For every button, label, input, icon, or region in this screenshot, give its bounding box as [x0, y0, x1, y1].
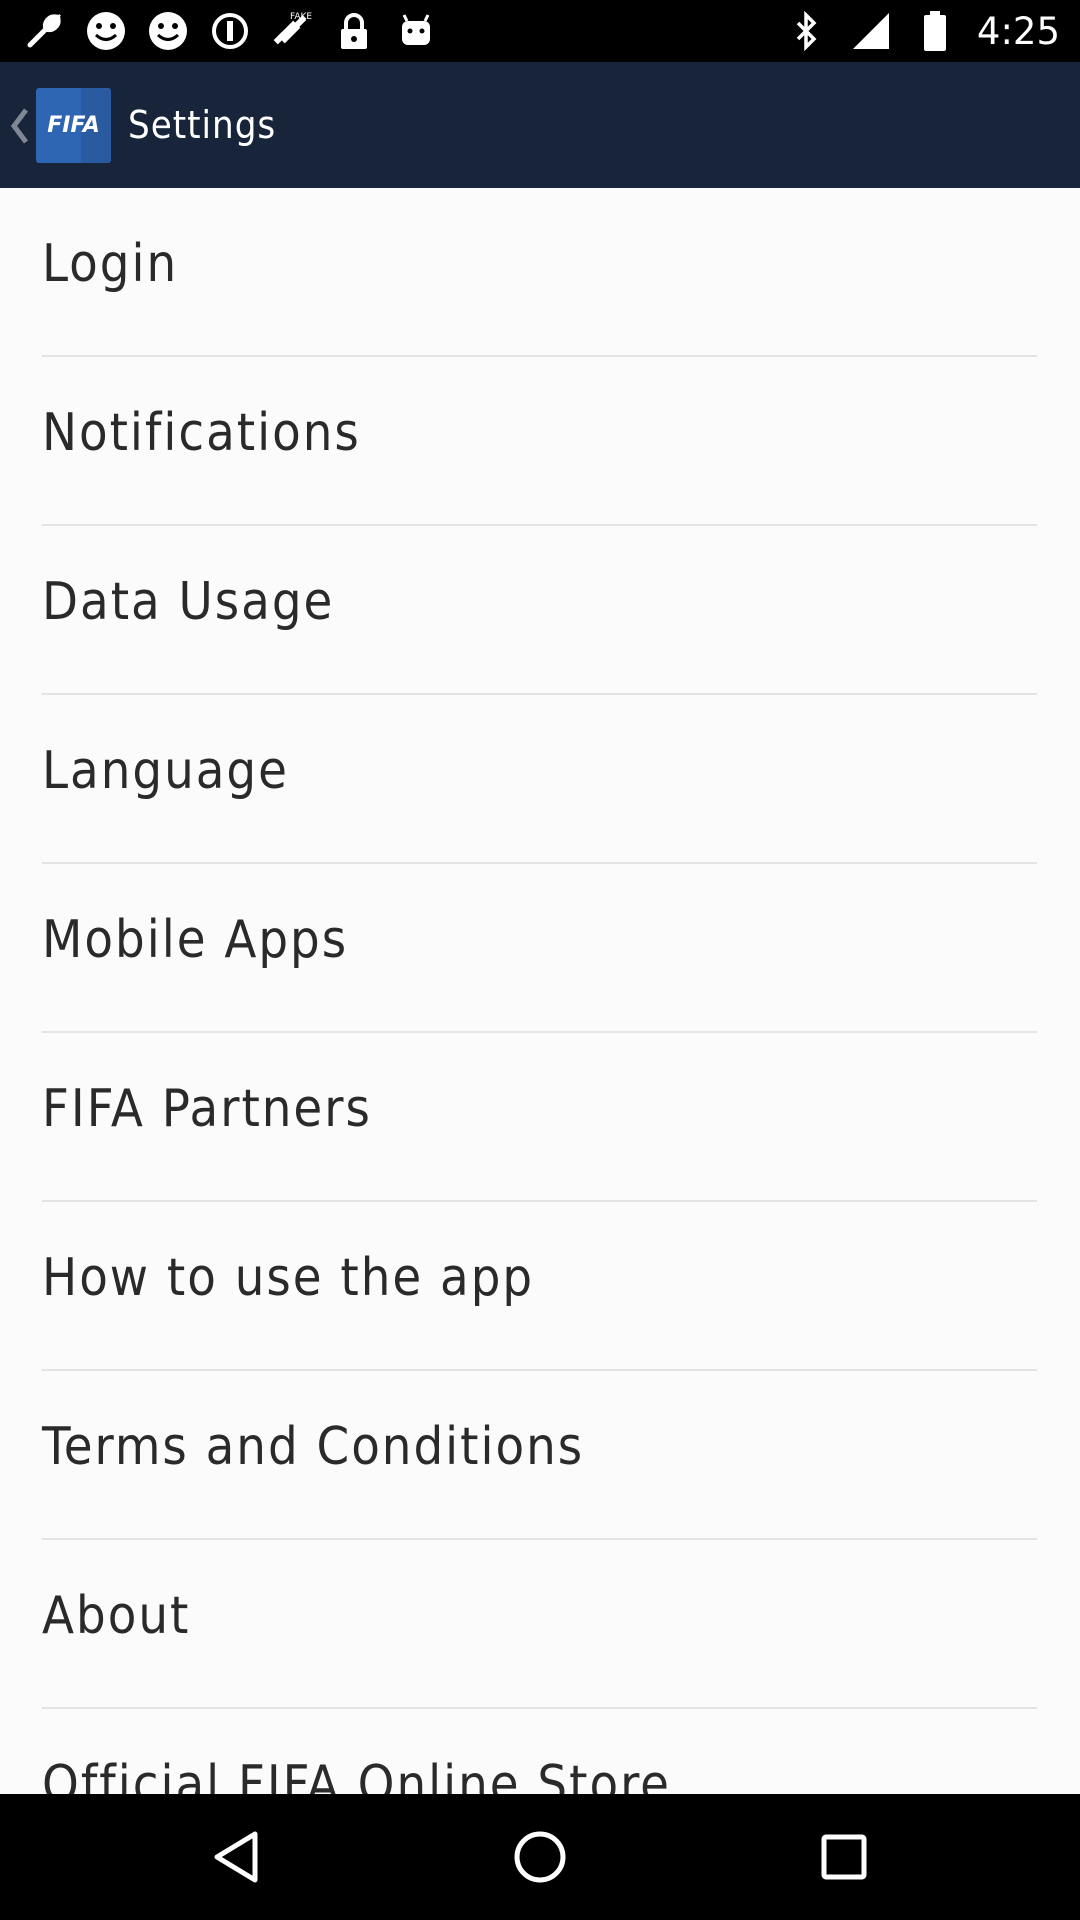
menu-item-label: Notifications — [42, 403, 361, 463]
clock: 4:25 — [976, 9, 1060, 53]
menu-item-how-to-use[interactable]: How to use the app — [0, 1202, 1080, 1371]
menu-item-label: FIFA Partners — [42, 1079, 372, 1139]
smiley-icon — [146, 9, 190, 53]
menu-item-fifa-partners[interactable]: FIFA Partners — [0, 1033, 1080, 1202]
svg-text:FAKE: FAKE — [290, 12, 312, 22]
logo-text: FIFA — [47, 113, 100, 138]
fake-gps-icon: FAKE — [270, 9, 314, 53]
page-title: Settings — [128, 103, 277, 147]
menu-item-online-store[interactable]: Official FIFA Online Store — [0, 1709, 1080, 1794]
signal-icon — [849, 9, 893, 53]
menu-item-label: About — [42, 1586, 191, 1646]
menu-item-label: Terms and Conditions — [42, 1417, 585, 1477]
smiley-icon — [84, 9, 128, 53]
menu-item-terms[interactable]: Terms and Conditions — [0, 1371, 1080, 1540]
battery-icon — [913, 9, 957, 53]
menu-item-login[interactable]: Login — [0, 188, 1080, 357]
menu-item-mobile-apps[interactable]: Mobile Apps — [0, 864, 1080, 1033]
menu-item-label: How to use the app — [42, 1248, 535, 1308]
menu-item-label: Mobile Apps — [42, 910, 349, 970]
menu-item-label: Data Usage — [42, 572, 335, 632]
lock-icon — [332, 9, 376, 53]
menu-item-label: Official FIFA Online Store — [42, 1755, 671, 1794]
menu-item-language[interactable]: Language — [0, 695, 1080, 864]
menu-item-about[interactable]: About — [0, 1540, 1080, 1709]
recents-square-icon[interactable] — [809, 1822, 879, 1892]
back-triangle-icon[interactable] — [201, 1822, 271, 1892]
info-circle-icon — [208, 9, 252, 53]
status-bar: FAKE 4:25 — [0, 0, 1080, 62]
navigation-bar — [0, 1794, 1080, 1920]
fifa-logo: FIFA — [36, 88, 111, 163]
bluetooth-icon — [785, 9, 829, 53]
settings-list: Login Notifications Data Usage Language … — [0, 188, 1080, 1794]
chevron-left-icon — [8, 106, 32, 150]
menu-item-data-usage[interactable]: Data Usage — [0, 526, 1080, 695]
wrench-icon — [22, 9, 66, 53]
menu-item-label: Login — [42, 234, 179, 294]
menu-item-notifications[interactable]: Notifications — [0, 357, 1080, 526]
home-circle-icon[interactable] — [505, 1822, 575, 1892]
back-button[interactable]: FIFA — [0, 62, 112, 188]
android-icon — [394, 9, 438, 53]
menu-item-label: Language — [42, 741, 289, 801]
app-bar: FIFA Settings — [0, 62, 1080, 188]
